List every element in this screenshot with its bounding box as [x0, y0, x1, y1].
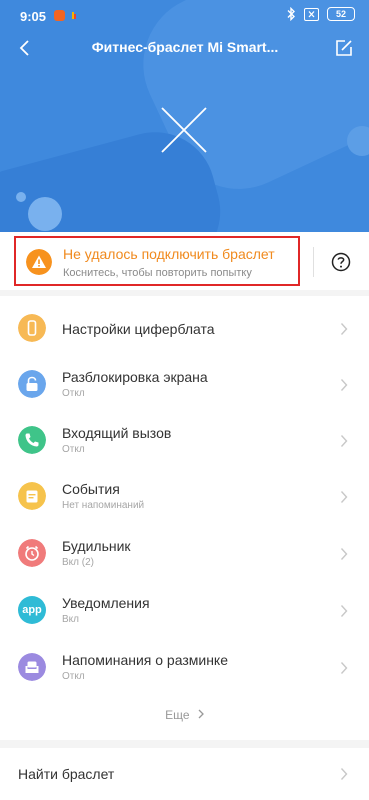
page-title: Фитнес-браслет Mi Smart...	[91, 39, 279, 55]
phone-icon	[18, 426, 46, 454]
menu-item-subtitle: Откл	[62, 388, 85, 399]
menu-item-title: События	[62, 481, 120, 497]
no-sim-icon	[304, 7, 319, 21]
menu-item-subtitle: Вкл	[62, 614, 79, 625]
header-decoration	[28, 197, 62, 231]
chevron-right-icon	[340, 379, 348, 391]
status-right: 52	[286, 7, 355, 21]
chevron-right-icon	[340, 662, 348, 674]
find-band-label: Найти браслет	[18, 766, 115, 782]
menu-item-alarm[interactable]: Будильник Вкл (2)	[0, 525, 369, 581]
menu-item-warmup-reminder[interactable]: Напоминания о разминке Откл	[0, 639, 369, 695]
menu-item-title: Разблокировка экрана	[62, 369, 208, 385]
menu-item-watch-face[interactable]: Настройки циферблата	[0, 300, 369, 356]
find-band-item[interactable]: Найти браслет	[0, 748, 369, 800]
warning-icon	[26, 249, 52, 275]
chevron-right-icon	[198, 709, 204, 719]
chevron-right-icon	[340, 548, 348, 560]
alarm-icon	[18, 539, 46, 567]
chevron-right-icon	[340, 491, 348, 503]
menu-item-notifications[interactable]: app Уведомления Вкл	[0, 582, 369, 638]
disconnected-x-icon	[161, 107, 207, 153]
menu-item-events[interactable]: События Нет напоминаний	[0, 468, 369, 524]
status-time: 9:05	[20, 9, 47, 24]
unlock-icon	[18, 370, 46, 398]
header-decoration	[16, 192, 26, 202]
menu-item-incoming-call[interactable]: Входящий вызов Откл	[0, 412, 369, 468]
menu-item-subtitle: Нет напоминаний	[62, 500, 145, 511]
menu-item-title: Входящий вызов	[62, 425, 172, 441]
header: 9:05 52 Фитнес-браслет Mi Smart...	[0, 0, 369, 232]
status-bar: 9:05 52	[0, 0, 369, 32]
more-label: Еще	[165, 708, 190, 722]
menu-item-subtitle: Вкл (2)	[62, 557, 94, 568]
notification-small-icon	[72, 12, 76, 19]
watch-face-icon	[18, 314, 46, 342]
chevron-right-icon	[340, 435, 348, 447]
settings-menu: Настройки циферблата Разблокировка экран…	[0, 296, 369, 740]
app-icon: app	[18, 596, 46, 624]
back-arrow-icon[interactable]	[12, 35, 38, 61]
divider	[313, 247, 314, 277]
edit-icon[interactable]	[331, 35, 357, 61]
error-title: Не удалось подключить браслет	[63, 246, 275, 262]
menu-item-title: Будильник	[62, 538, 131, 554]
bluetooth-icon	[287, 7, 295, 21]
notification-app-icon	[54, 10, 65, 21]
battery-indicator: 52	[327, 7, 355, 21]
menu-item-screen-unlock[interactable]: Разблокировка экрана Откл	[0, 356, 369, 412]
chevron-right-icon	[340, 768, 348, 780]
more-button[interactable]: Еще	[0, 708, 369, 722]
menu-item-title: Напоминания о разминке	[62, 652, 229, 668]
help-icon[interactable]	[331, 252, 351, 272]
chevron-right-icon	[340, 323, 348, 335]
toolbar: Фитнес-браслет Mi Smart...	[0, 32, 369, 64]
header-decoration	[347, 126, 369, 156]
menu-item-title: Настройки циферблата	[62, 321, 215, 337]
menu-item-subtitle: Откл	[62, 671, 85, 682]
sofa-icon	[18, 653, 46, 681]
error-subtitle: Коснитесь, чтобы повторить попытку	[63, 267, 252, 279]
menu-item-title: Уведомления	[62, 595, 150, 611]
calendar-icon	[18, 482, 46, 510]
chevron-right-icon	[340, 605, 348, 617]
menu-item-subtitle: Откл	[62, 444, 85, 455]
